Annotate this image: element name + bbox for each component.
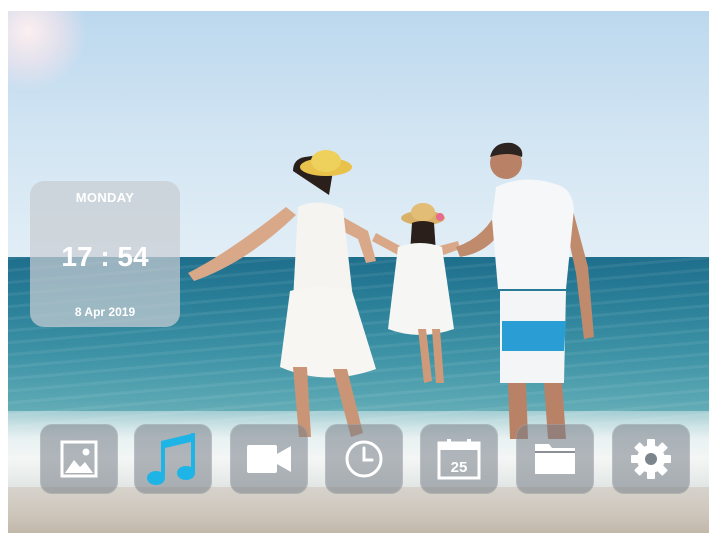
calendar-icon: 25 — [437, 439, 481, 480]
settings-button[interactable] — [612, 424, 690, 494]
folder-icon — [535, 444, 575, 474]
clock-day-label: MONDAY — [75, 190, 135, 205]
calendar-button[interactable]: 25 — [420, 424, 498, 494]
video-camera-icon — [247, 445, 291, 473]
music-button[interactable] — [134, 424, 212, 494]
clock-button[interactable] — [325, 424, 403, 494]
clock-time-display: 17 : 54 — [61, 241, 149, 272]
files-button[interactable] — [516, 424, 594, 494]
clock-date-label: 8 Apr 2019 — [74, 305, 136, 319]
device-screen: MONDAY 17 : 54 8 Apr 2019 25 — [8, 11, 709, 533]
calendar-day-number: 25 — [451, 459, 468, 476]
wallpaper-figure-mother — [188, 150, 376, 437]
gear-icon — [631, 439, 671, 479]
wallpaper-figure-child — [372, 203, 460, 383]
music-note-icon — [147, 433, 195, 485]
clock-widget[interactable]: MONDAY 17 : 54 8 Apr 2019 — [30, 181, 180, 327]
photos-button[interactable] — [40, 424, 118, 494]
photo-icon — [60, 440, 98, 478]
wallpaper-figure-father — [456, 142, 594, 439]
clock-icon — [345, 440, 383, 478]
video-button[interactable] — [230, 424, 308, 494]
